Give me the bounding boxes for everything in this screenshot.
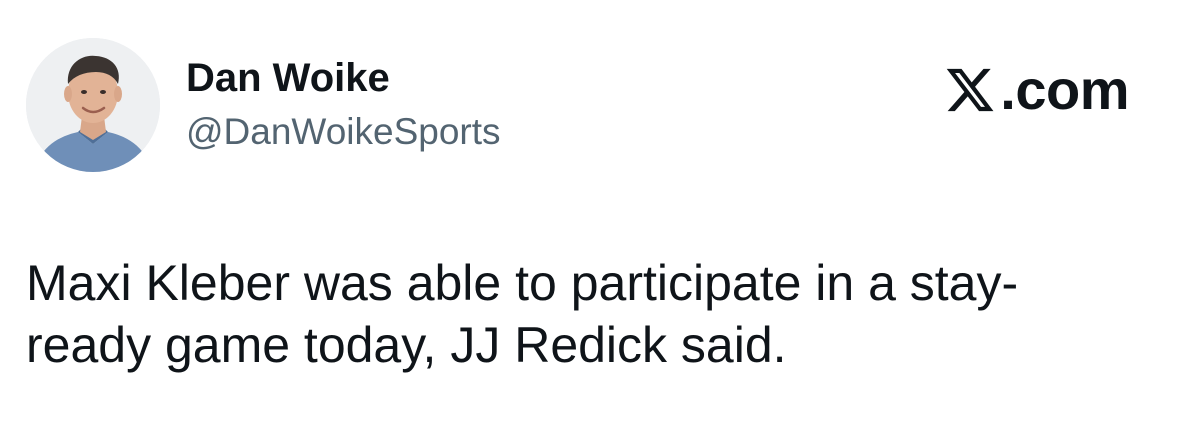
brand-domain-suffix: .com [1000,58,1129,121]
author-display-name[interactable]: Dan Woike [186,52,390,104]
x-com-brand: .com [944,58,1129,122]
avatar-image [26,38,160,172]
tweet-text-line: Maxi Kleber was able to participate in a… [26,255,1019,311]
author-avatar[interactable] [26,38,160,172]
tweet-text: Maxi Kleber was able to participate in a… [26,252,1126,376]
tweet-text-line: ready game today, JJ Redick said. [26,317,787,373]
tweet-card: Dan Woike @DanWoikeSports .com Maxi Kleb… [0,0,1179,437]
author-handle[interactable]: @DanWoikeSports [186,108,501,156]
x-logo-icon [947,68,994,112]
